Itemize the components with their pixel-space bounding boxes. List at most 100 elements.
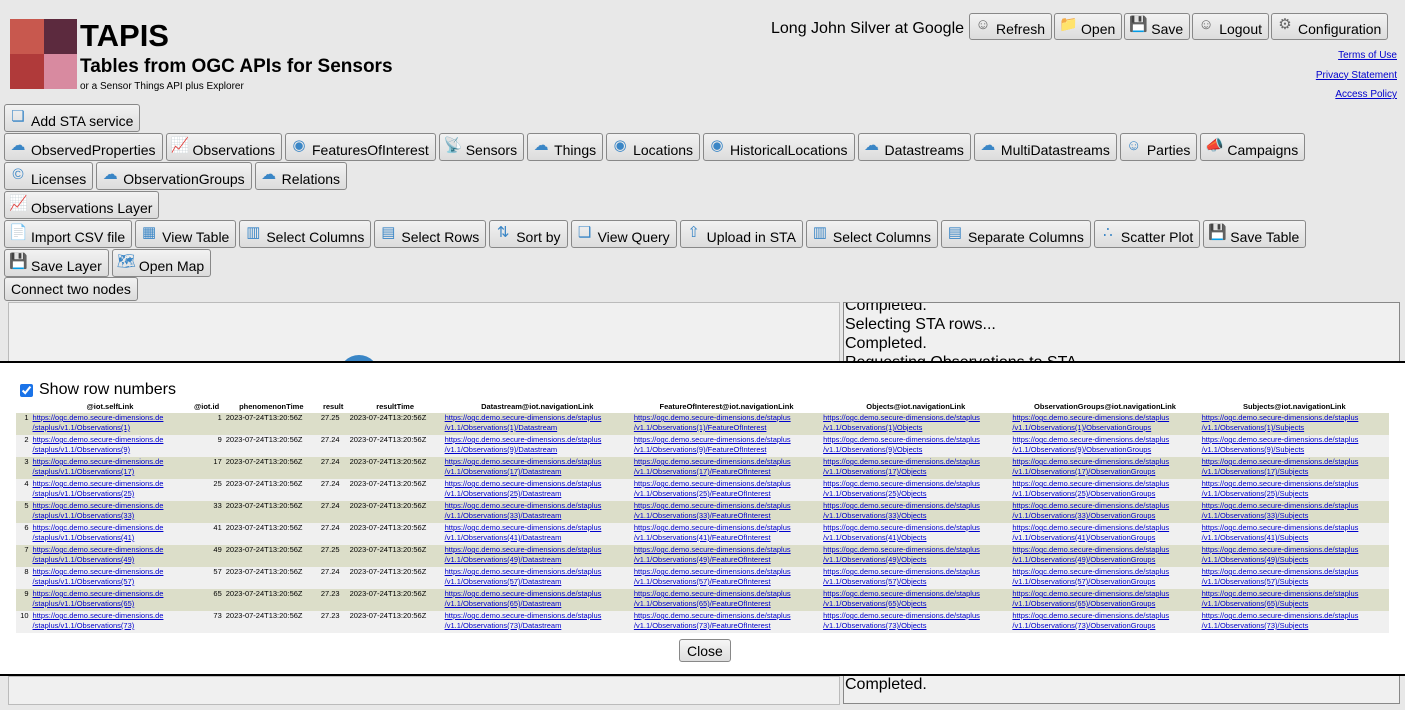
graph-canvas[interactable] bbox=[8, 302, 840, 395]
sensors-button[interactable]: 📡 Sensors bbox=[438, 133, 525, 161]
show-row-numbers[interactable]: Show row numbers bbox=[20, 381, 176, 399]
table-link[interactable]: https://ogc.demo.secure-dimensions.de/st… bbox=[823, 479, 980, 498]
select-columns-button[interactable]: ▥ Select Columns bbox=[239, 220, 372, 248]
privacy-link[interactable]: Privacy Statement bbox=[1316, 66, 1397, 86]
table-link[interactable]: https://ogc.demo.secure-dimensions.de/st… bbox=[1012, 501, 1169, 520]
table-link[interactable]: https://ogc.demo.secure-dimensions.de/st… bbox=[33, 479, 164, 498]
show-row-numbers-checkbox[interactable] bbox=[20, 383, 33, 397]
observations-button[interactable]: 📈 Observations bbox=[165, 133, 282, 161]
table-link[interactable]: https://ogc.demo.secure-dimensions.de/st… bbox=[33, 523, 164, 542]
table-link[interactable]: https://ogc.demo.secure-dimensions.de/st… bbox=[33, 611, 164, 630]
table-link[interactable]: https://ogc.demo.secure-dimensions.de/st… bbox=[823, 611, 980, 630]
table-link[interactable]: https://ogc.demo.secure-dimensions.de/st… bbox=[1012, 435, 1169, 454]
table-link[interactable]: https://ogc.demo.secure-dimensions.de/st… bbox=[634, 413, 791, 432]
access-policy-link[interactable]: Access Policy bbox=[1316, 85, 1397, 105]
table-link[interactable]: https://ogc.demo.secure-dimensions.de/st… bbox=[823, 457, 980, 476]
table-link[interactable]: https://ogc.demo.secure-dimensions.de/st… bbox=[445, 611, 602, 630]
table-link[interactable]: https://ogc.demo.secure-dimensions.de/st… bbox=[823, 567, 980, 586]
observedproperties-button[interactable]: ☁ ObservedProperties bbox=[4, 133, 163, 161]
table-link[interactable]: https://ogc.demo.secure-dimensions.de/st… bbox=[445, 589, 602, 608]
table-link[interactable]: https://ogc.demo.secure-dimensions.de/st… bbox=[634, 501, 791, 520]
table-link[interactable]: https://ogc.demo.secure-dimensions.de/st… bbox=[1202, 413, 1359, 432]
table-link[interactable]: https://ogc.demo.secure-dimensions.de/st… bbox=[1202, 501, 1359, 520]
separate-columns-button[interactable]: ▤ Separate Columns bbox=[940, 220, 1091, 248]
table-link[interactable]: https://ogc.demo.secure-dimensions.de/st… bbox=[634, 457, 791, 476]
view-table-button[interactable]: ▦ View Table bbox=[135, 220, 237, 248]
table-link[interactable]: https://ogc.demo.secure-dimensions.de/st… bbox=[823, 545, 980, 564]
licenses-button[interactable]: © Licenses bbox=[4, 162, 94, 190]
table-link[interactable]: https://ogc.demo.secure-dimensions.de/st… bbox=[1202, 545, 1359, 564]
connect-nodes-button[interactable]: Connect two nodes bbox=[4, 277, 138, 301]
table-link[interactable]: https://ogc.demo.secure-dimensions.de/st… bbox=[823, 589, 980, 608]
table-link[interactable]: https://ogc.demo.secure-dimensions.de/st… bbox=[1012, 413, 1169, 432]
table-link[interactable]: https://ogc.demo.secure-dimensions.de/st… bbox=[634, 435, 791, 454]
table-link[interactable]: https://ogc.demo.secure-dimensions.de/st… bbox=[1012, 611, 1169, 630]
table-link[interactable]: https://ogc.demo.secure-dimensions.de/st… bbox=[634, 611, 791, 630]
table-link[interactable]: https://ogc.demo.secure-dimensions.de/st… bbox=[33, 435, 164, 454]
table-link[interactable]: https://ogc.demo.secure-dimensions.de/st… bbox=[33, 567, 164, 586]
table-link[interactable]: https://ogc.demo.secure-dimensions.de/st… bbox=[445, 567, 602, 586]
parties-button[interactable]: ☺ Parties bbox=[1119, 133, 1198, 161]
campaigns-button[interactable]: 📣 Campaigns bbox=[1200, 133, 1306, 161]
view-query-button[interactable]: ❑ View Query bbox=[570, 220, 677, 248]
historicallocations-button[interactable]: ◉ HistoricalLocations bbox=[703, 133, 855, 161]
table-link[interactable]: https://ogc.demo.secure-dimensions.de/st… bbox=[33, 545, 164, 564]
table-link[interactable]: https://ogc.demo.secure-dimensions.de/st… bbox=[823, 413, 980, 432]
close-button[interactable]: Close bbox=[679, 639, 731, 662]
table-link[interactable]: https://ogc.demo.secure-dimensions.de/st… bbox=[1202, 589, 1359, 608]
select-rows-button[interactable]: ▤ Select Rows bbox=[374, 220, 487, 248]
observationgroups-button[interactable]: ☁ ObservationGroups bbox=[96, 162, 252, 190]
terms-link[interactable]: Terms of Use bbox=[1316, 46, 1397, 66]
table-link[interactable]: https://ogc.demo.secure-dimensions.de/st… bbox=[445, 501, 602, 520]
add-sta-service-button[interactable]: ❏ Add STA service bbox=[4, 104, 141, 132]
featuresofinterest-button[interactable]: ◉ FeaturesOfInterest bbox=[285, 133, 436, 161]
sort-by-button[interactable]: ⇅ Sort by bbox=[489, 220, 568, 248]
table-link[interactable]: https://ogc.demo.secure-dimensions.de/st… bbox=[1202, 523, 1359, 542]
datastreams-button[interactable]: ☁ Datastreams bbox=[857, 133, 971, 161]
multidatastreams-button[interactable]: ☁ MultiDatastreams bbox=[973, 133, 1117, 161]
table-link[interactable]: https://ogc.demo.secure-dimensions.de/st… bbox=[33, 413, 164, 432]
table-link[interactable]: https://ogc.demo.secure-dimensions.de/st… bbox=[445, 435, 602, 454]
logout-button[interactable]: ☺ Logout bbox=[1192, 13, 1270, 40]
graph-canvas-bottom[interactable] bbox=[8, 676, 840, 705]
locations-button[interactable]: ◉ Locations bbox=[606, 133, 701, 161]
open-button[interactable]: 📁 Open bbox=[1054, 13, 1123, 40]
table-link[interactable]: https://ogc.demo.secure-dimensions.de/st… bbox=[33, 589, 164, 608]
table-link[interactable]: https://ogc.demo.secure-dimensions.de/st… bbox=[823, 501, 980, 520]
table-link[interactable]: https://ogc.demo.secure-dimensions.de/st… bbox=[1012, 589, 1169, 608]
observations-layer-button[interactable]: 📈 Observations Layer bbox=[4, 191, 160, 219]
table-link[interactable]: https://ogc.demo.secure-dimensions.de/st… bbox=[1202, 435, 1359, 454]
table-link[interactable]: https://ogc.demo.secure-dimensions.de/st… bbox=[1012, 545, 1169, 564]
refresh-button[interactable]: ☺ Refresh bbox=[969, 13, 1053, 40]
table-link[interactable]: https://ogc.demo.secure-dimensions.de/st… bbox=[823, 523, 980, 542]
table-link[interactable]: https://ogc.demo.secure-dimensions.de/st… bbox=[445, 457, 602, 476]
open-map-button[interactable]: 🗺 Open Map bbox=[111, 249, 212, 277]
save-table-button[interactable]: 💾 Save Table bbox=[1203, 220, 1307, 248]
table-link[interactable]: https://ogc.demo.secure-dimensions.de/st… bbox=[1202, 479, 1359, 498]
table-link[interactable]: https://ogc.demo.secure-dimensions.de/st… bbox=[1202, 567, 1359, 586]
table-link[interactable]: https://ogc.demo.secure-dimensions.de/st… bbox=[1202, 457, 1359, 476]
table-link[interactable]: https://ogc.demo.secure-dimensions.de/st… bbox=[634, 523, 791, 542]
table-link[interactable]: https://ogc.demo.secure-dimensions.de/st… bbox=[1012, 479, 1169, 498]
select-columns-button[interactable]: ▥ Select Columns bbox=[805, 220, 938, 248]
table-link[interactable]: https://ogc.demo.secure-dimensions.de/st… bbox=[445, 413, 602, 432]
table-link[interactable]: https://ogc.demo.secure-dimensions.de/st… bbox=[823, 435, 980, 454]
table-link[interactable]: https://ogc.demo.secure-dimensions.de/st… bbox=[445, 523, 602, 542]
table-link[interactable]: https://ogc.demo.secure-dimensions.de/st… bbox=[634, 567, 791, 586]
table-link[interactable]: https://ogc.demo.secure-dimensions.de/st… bbox=[1202, 611, 1359, 630]
table-link[interactable]: https://ogc.demo.secure-dimensions.de/st… bbox=[1012, 457, 1169, 476]
configuration-button[interactable]: ⚙ Configuration bbox=[1271, 13, 1389, 40]
import-csv-file-button[interactable]: 📄 Import CSV file bbox=[4, 220, 133, 248]
scatter-plot-button[interactable]: ∴ Scatter Plot bbox=[1093, 220, 1201, 248]
save-button[interactable]: 💾 Save bbox=[1124, 13, 1191, 40]
table-link[interactable]: https://ogc.demo.secure-dimensions.de/st… bbox=[1012, 567, 1169, 586]
table-link[interactable]: https://ogc.demo.secure-dimensions.de/st… bbox=[634, 589, 791, 608]
things-button[interactable]: ☁ Things bbox=[527, 133, 604, 161]
upload-in-sta-button[interactable]: ⇧ Upload in STA bbox=[679, 220, 803, 248]
relations-button[interactable]: ☁ Relations bbox=[254, 162, 348, 190]
table-link[interactable]: https://ogc.demo.secure-dimensions.de/st… bbox=[33, 501, 164, 520]
table-link[interactable]: https://ogc.demo.secure-dimensions.de/st… bbox=[445, 479, 602, 498]
table-link[interactable]: https://ogc.demo.secure-dimensions.de/st… bbox=[634, 545, 791, 564]
table-link[interactable]: https://ogc.demo.secure-dimensions.de/st… bbox=[33, 457, 164, 476]
save-layer-button[interactable]: 💾 Save Layer bbox=[4, 249, 109, 277]
